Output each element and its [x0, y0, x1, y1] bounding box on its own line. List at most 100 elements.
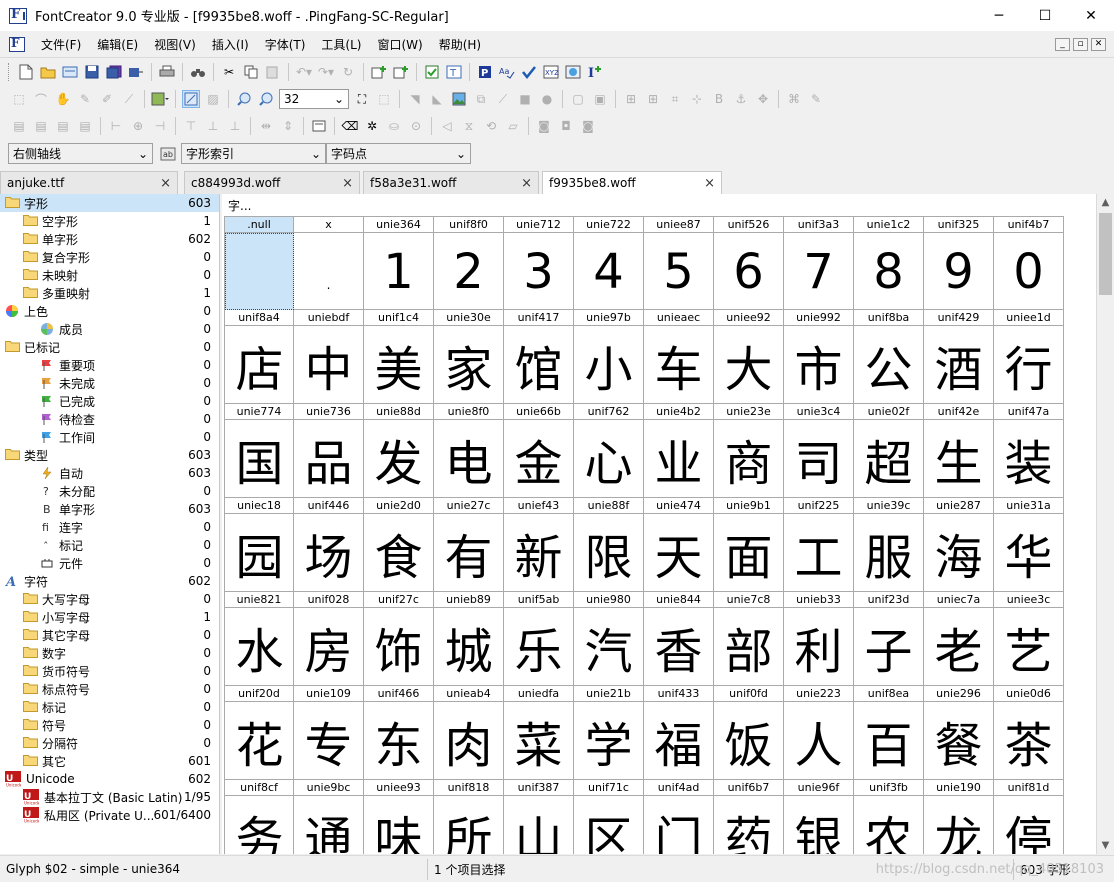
tree-item[interactable]: U Unicode Unicode 602 [0, 770, 219, 788]
menu-edit[interactable]: 编辑(E) [89, 36, 146, 53]
menu-window[interactable]: 窗口(W) [369, 36, 430, 53]
combine-icon[interactable]: ◙ [535, 117, 553, 135]
glyph-cell[interactable]: unif1c4 美 [364, 310, 434, 404]
glyph-cell[interactable]: unif433 福 [644, 686, 714, 780]
glyph-cell[interactable]: unif5ab 乐 [504, 592, 574, 686]
glyph-cell[interactable]: unie109 专 [294, 686, 364, 780]
glyph-cell[interactable]: unie821 水 [224, 592, 294, 686]
close-icon[interactable]: × [521, 176, 532, 191]
glyph-cell[interactable]: unie296 餐 [924, 686, 994, 780]
tree-item[interactable]: fi 连字 0 [0, 518, 219, 536]
glyph-cell[interactable]: unie3c4 司 [784, 404, 854, 498]
glyph-cell[interactable]: unif3fb 农 [854, 780, 924, 854]
glyph-cell[interactable]: unif8ba 公 [854, 310, 924, 404]
glyph-cell[interactable]: unif47a 装 [994, 404, 1064, 498]
tree-item[interactable]: 单字形 602 [0, 230, 219, 248]
glyph-cell[interactable]: unie27c 有 [434, 498, 504, 592]
glyph-cell[interactable]: unie88d 发 [364, 404, 434, 498]
glyph-cell[interactable]: unieb33 利 [784, 592, 854, 686]
align-right-icon[interactable]: ⊣ [151, 117, 169, 135]
glyph-cell[interactable]: unie7c8 部 [714, 592, 784, 686]
validate-icon[interactable] [423, 63, 441, 81]
undo-icon[interactable]: ↶▾ [295, 63, 313, 81]
menu-insert[interactable]: 插入(I) [204, 36, 257, 53]
find-icon[interactable] [189, 63, 207, 81]
glyph-cell[interactable]: uniedfa 菜 [504, 686, 574, 780]
glyph-cell[interactable]: unie96f 银 [784, 780, 854, 854]
align-left-icon[interactable]: ⊢ [107, 117, 125, 135]
pen-icon[interactable]: ✎ [76, 90, 94, 108]
menu-font[interactable]: 字体(T) [257, 36, 314, 53]
knife-icon[interactable]: ⟋ [120, 90, 138, 108]
flip-h-icon[interactable]: ◁ [438, 117, 456, 135]
redo-icon[interactable]: ↷▾ [317, 63, 335, 81]
glyph-cell[interactable]: unif71c 区 [574, 780, 644, 854]
glyph-cell[interactable]: unif27c 饰 [364, 592, 434, 686]
contour-icon[interactable]: ▢ [569, 90, 587, 108]
align-3-icon[interactable]: ▤ [54, 117, 72, 135]
open-folder-icon[interactable] [39, 63, 57, 81]
point-grid-icon[interactable]: ⊞ [622, 90, 640, 108]
lasso-icon[interactable]: ⌒ [32, 90, 50, 108]
glyph-cell[interactable]: unie0d6 茶 [994, 686, 1064, 780]
bucket-icon[interactable]: ⛀ [385, 117, 403, 135]
tree-item[interactable]: 已完成 0 [0, 392, 219, 410]
tree-item[interactable]: 小写字母 1 [0, 608, 219, 626]
auto-hint-icon[interactable]: ✥ [754, 90, 772, 108]
glyph-cell[interactable]: unif325 9 [924, 216, 994, 310]
grid-toggle-icon[interactable] [182, 90, 200, 108]
paste-icon[interactable] [264, 63, 282, 81]
glyph-cell[interactable]: unie190 龙 [924, 780, 994, 854]
glyph-cell[interactable]: unif8a4 店 [224, 310, 294, 404]
glyph-cell[interactable]: unie4b2 业 [644, 404, 714, 498]
glyph-cell[interactable]: unieaec 车 [644, 310, 714, 404]
close-icon[interactable]: × [160, 176, 171, 191]
tree-item[interactable]: A 字符 602 [0, 572, 219, 590]
save-all-icon[interactable] [105, 63, 123, 81]
tree-item[interactable]: 已标记 0 [0, 338, 219, 356]
hand-icon[interactable]: ✋ [54, 90, 72, 108]
cut-icon[interactable]: ✂ [220, 63, 238, 81]
glyph-cell[interactable]: unif8ea 百 [854, 686, 924, 780]
tree-item[interactable]: ˆ 标记 0 [0, 536, 219, 554]
glyph-cell[interactable]: unie736 品 [294, 404, 364, 498]
glyph-cell[interactable]: unie844 香 [644, 592, 714, 686]
glyph-cell[interactable]: unif8cf 务 [224, 780, 294, 854]
glyph-cell[interactable]: unie88f 限 [574, 498, 644, 592]
glyph-cell[interactable]: unie9b1 面 [714, 498, 784, 592]
tab-f9935be8[interactable]: f9935be8.woff × [542, 171, 722, 194]
glyph-cell[interactable]: unie223 人 [784, 686, 854, 780]
glyph-cell[interactable]: unie774 国 [224, 404, 294, 498]
bug-icon[interactable]: ✲ [363, 117, 381, 135]
glyph-cell[interactable]: uniec7a 老 [924, 592, 994, 686]
lock-icon[interactable]: ⊙ [407, 117, 425, 135]
menu-help[interactable]: 帮助(H) [431, 36, 489, 53]
glyph-cell[interactable]: unif762 心 [574, 404, 644, 498]
glyph-cell[interactable]: unie722 4 [574, 216, 644, 310]
glyph-cell[interactable]: uniec18 园 [224, 498, 294, 592]
background-image-icon[interactable] [151, 90, 169, 108]
glyph-cell[interactable]: uniee3c 艺 [994, 592, 1064, 686]
subtract-icon[interactable]: ◘ [557, 117, 575, 135]
checkmark-icon[interactable] [520, 63, 538, 81]
tree-item[interactable]: 大写字母 0 [0, 590, 219, 608]
glyph-cell[interactable]: uniebdf 中 [294, 310, 364, 404]
web-icon[interactable] [564, 63, 582, 81]
pointer-icon[interactable]: ◥ [406, 90, 424, 108]
vertical-scrollbar[interactable]: ▲ ▼ [1096, 194, 1114, 854]
maximize-button[interactable]: ☐ [1022, 0, 1068, 31]
glyph-details-icon[interactable] [310, 117, 328, 135]
glyph-cell[interactable]: unie287 海 [924, 498, 994, 592]
glyph-cell[interactable]: unif20d 花 [224, 686, 294, 780]
save-icon[interactable] [83, 63, 101, 81]
glyph-cell[interactable]: unif466 东 [364, 686, 434, 780]
glyph-cell[interactable]: unief43 新 [504, 498, 574, 592]
connect-icon[interactable]: ⌘ [785, 90, 803, 108]
scroll-down-icon[interactable]: ▼ [1097, 837, 1114, 854]
tree-item[interactable]: 字形 603 [0, 194, 219, 212]
tree-item[interactable]: 类型 603 [0, 446, 219, 464]
glyph-cell[interactable]: unie474 天 [644, 498, 714, 592]
glyph-cell[interactable]: unif526 6 [714, 216, 784, 310]
arrow-tool-icon[interactable]: ◣ [428, 90, 446, 108]
add-character-icon[interactable] [392, 63, 410, 81]
